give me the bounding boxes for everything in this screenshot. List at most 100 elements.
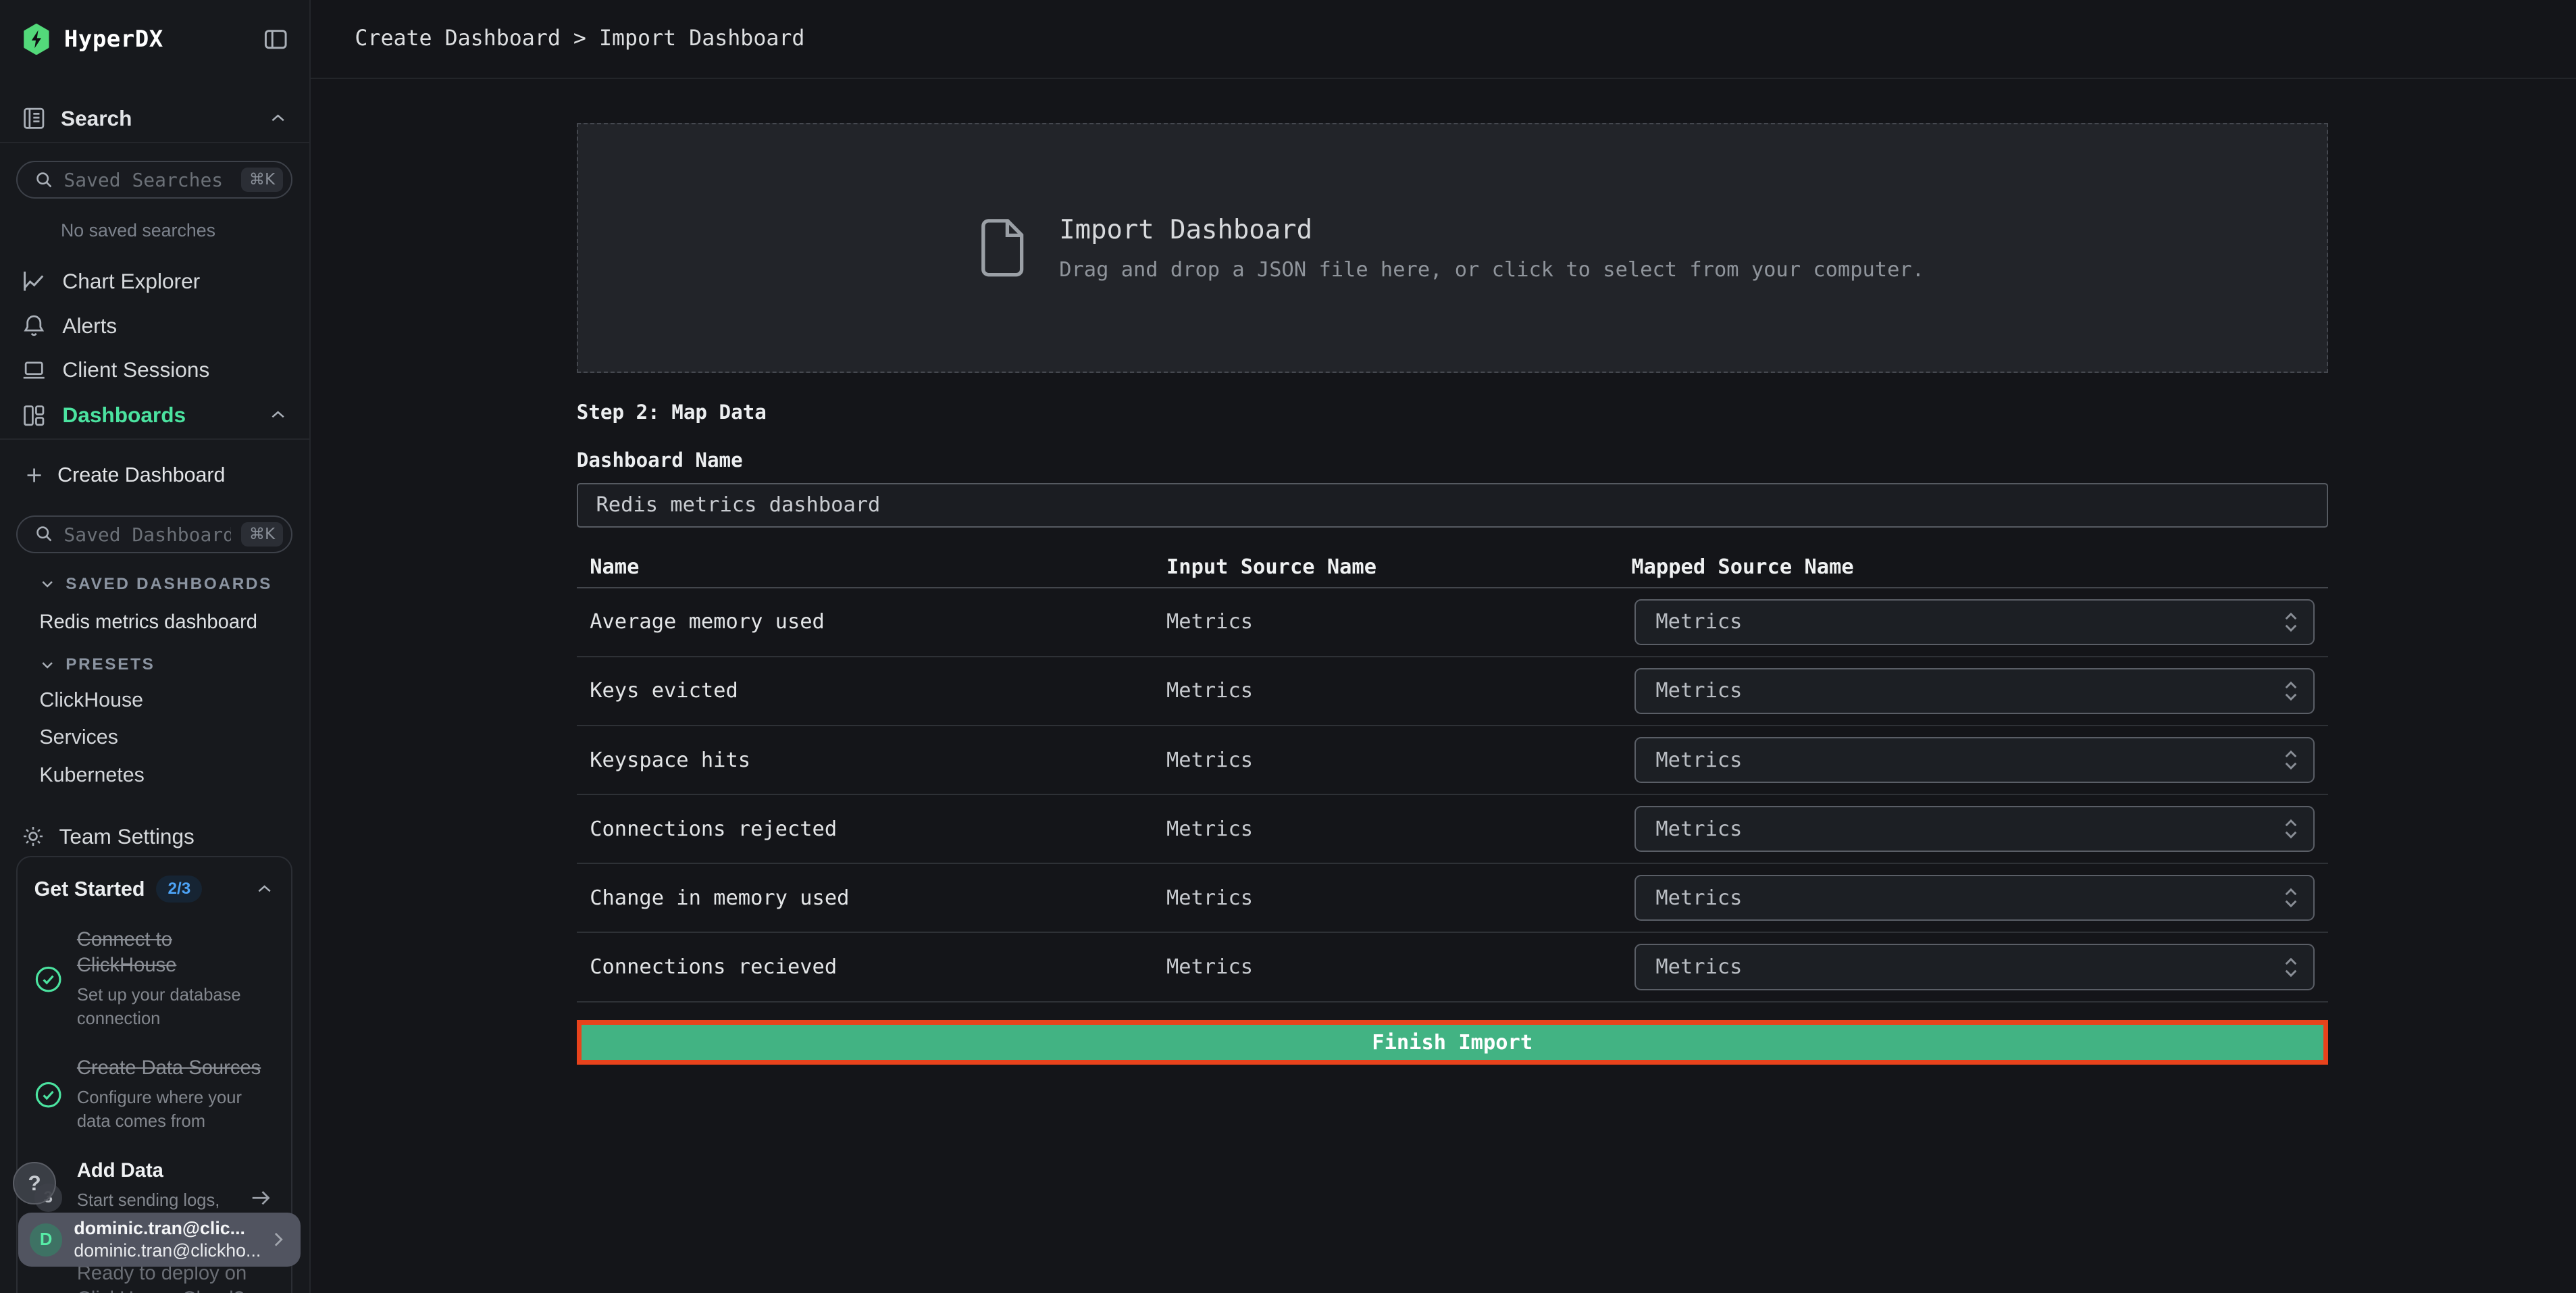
collapse-sidebar-icon[interactable] bbox=[263, 27, 288, 51]
dropzone-subtitle: Drag and drop a JSON file here, or click… bbox=[1059, 258, 1924, 282]
create-dashboard-label: Create Dashboard bbox=[57, 463, 225, 487]
help-button[interactable]: ? bbox=[13, 1162, 55, 1205]
row-name-cell: Connections rejected bbox=[577, 817, 1154, 841]
row-input-source-cell: Metrics bbox=[1154, 679, 1618, 703]
row-input-source-cell: Metrics bbox=[1154, 610, 1618, 634]
get-started-header[interactable]: Get Started 2/3 bbox=[34, 876, 275, 903]
create-dashboard-button[interactable]: Create Dashboard bbox=[0, 453, 309, 498]
dashboard-name-input[interactable] bbox=[577, 483, 2328, 528]
get-started-item-subtitle: Configure where your data comes from bbox=[77, 1086, 275, 1134]
logo-text: HyperDX bbox=[64, 26, 163, 53]
chevron-down-icon bbox=[39, 576, 55, 592]
row-name-cell: Connections recieved bbox=[577, 955, 1154, 979]
mapped-source-select[interactable]: Metrics bbox=[1634, 944, 2315, 990]
mapped-source-select[interactable]: Metrics bbox=[1634, 806, 2315, 852]
select-updown-icon bbox=[2284, 957, 2298, 978]
row-name-cell: Average memory used bbox=[577, 610, 1154, 634]
select-updown-icon bbox=[2284, 888, 2298, 909]
get-started-item-connect[interactable]: Connect to ClickHouse Set up your databa… bbox=[34, 928, 275, 1032]
mapped-source-select[interactable]: Metrics bbox=[1634, 875, 2315, 921]
column-header-input-source: Input Source Name bbox=[1154, 555, 1618, 579]
mapped-source-select-value: Metrics bbox=[1655, 886, 1742, 910]
sidebar-item-redis-dashboard[interactable]: Redis metrics dashboard bbox=[0, 611, 309, 634]
sidebar-item-preset-clickhouse[interactable]: ClickHouse bbox=[0, 689, 309, 711]
saved-searches-input[interactable] bbox=[63, 169, 231, 191]
gear-icon bbox=[22, 825, 45, 848]
column-header-name: Name bbox=[577, 555, 1154, 579]
table-row: Keyspace hits Metrics Metrics bbox=[577, 726, 2328, 795]
saved-dashboards-input[interactable] bbox=[63, 524, 231, 546]
presets-group-toggle[interactable]: PRESETS bbox=[0, 655, 309, 674]
row-input-source-cell: Metrics bbox=[1154, 749, 1618, 772]
mapped-source-select-value: Metrics bbox=[1655, 610, 1742, 634]
dashboards-icon bbox=[22, 403, 46, 428]
table-row: Connections recieved Metrics Metrics bbox=[577, 933, 2328, 1002]
saved-dashboards-group-toggle[interactable]: SAVED DASHBOARDS bbox=[0, 575, 309, 594]
sidebar-item-alerts[interactable]: Alerts bbox=[0, 303, 309, 348]
breadcrumb: Create Dashboard > Import Dashboard bbox=[355, 26, 804, 51]
chevron-up-icon bbox=[268, 109, 288, 128]
mapped-source-select[interactable]: Metrics bbox=[1634, 599, 2315, 645]
chart-explorer-icon bbox=[22, 269, 46, 293]
row-mapped-source-cell: Metrics bbox=[1618, 737, 2328, 783]
sidebar-item-team-settings[interactable]: Team Settings bbox=[0, 824, 309, 849]
saved-searches-search[interactable]: ⌘K bbox=[16, 161, 292, 199]
sidebar-item-search[interactable]: Search bbox=[0, 95, 309, 143]
get-started-item-title: Create Data Sources bbox=[77, 1056, 275, 1082]
laptop-icon bbox=[22, 358, 46, 382]
get-started-item-subtitle: Set up your database connection bbox=[77, 984, 275, 1032]
json-file-dropzone[interactable]: Import Dashboard Drag and drop a JSON fi… bbox=[577, 123, 2328, 373]
sidebar-item-preset-services[interactable]: Services bbox=[0, 726, 309, 749]
import-dashboard-content: Import Dashboard Drag and drop a JSON fi… bbox=[577, 123, 2328, 1065]
finish-import-button[interactable]: Finish Import bbox=[577, 1020, 2328, 1065]
get-started-progress-badge: 2/3 bbox=[156, 876, 202, 903]
user-email: dominic.tran@clickho... bbox=[74, 1240, 256, 1262]
chevron-up-icon bbox=[268, 405, 288, 425]
mapping-table: Name Input Source Name Mapped Source Nam… bbox=[577, 547, 2328, 1003]
sidebar-item-preset-kubernetes[interactable]: Kubernetes bbox=[0, 764, 309, 786]
dropzone-title: Import Dashboard bbox=[1059, 215, 1924, 245]
row-mapped-source-cell: Metrics bbox=[1618, 668, 2328, 714]
get-started-item-sources[interactable]: Create Data Sources Configure where your… bbox=[34, 1056, 275, 1134]
table-header-row: Name Input Source Name Mapped Source Nam… bbox=[577, 547, 2328, 588]
chevron-down-icon bbox=[39, 657, 55, 673]
table-body: Average memory used Metrics Metrics Keys… bbox=[577, 588, 2328, 1003]
select-updown-icon bbox=[2284, 818, 2298, 840]
row-mapped-source-cell: Metrics bbox=[1618, 944, 2328, 990]
dashboard-name-label: Dashboard Name bbox=[577, 449, 2328, 472]
chevron-up-icon bbox=[255, 880, 274, 899]
bell-icon bbox=[22, 313, 46, 338]
search-section-label: Search bbox=[61, 106, 253, 131]
sidebar-item-client-sessions[interactable]: Client Sessions bbox=[0, 348, 309, 392]
mapped-source-select-value: Metrics bbox=[1655, 817, 1742, 841]
sidebar-item-chart-explorer[interactable]: Chart Explorer bbox=[0, 259, 309, 304]
get-started-item-title: Add Data bbox=[77, 1159, 234, 1184]
sidebar: HyperDX Search ⌘K bbox=[0, 0, 311, 1293]
hyperdx-logo-icon bbox=[22, 24, 51, 55]
mapped-source-select[interactable]: Metrics bbox=[1634, 737, 2315, 783]
avatar: D bbox=[30, 1223, 63, 1257]
select-updown-icon bbox=[2284, 611, 2298, 633]
mapped-source-select-value: Metrics bbox=[1655, 955, 1742, 979]
mapped-source-select[interactable]: Metrics bbox=[1634, 668, 2315, 714]
row-mapped-source-cell: Metrics bbox=[1618, 875, 2328, 921]
saved-dashboards-search[interactable]: ⌘K bbox=[16, 515, 292, 553]
row-input-source-cell: Metrics bbox=[1154, 886, 1618, 910]
table-row: Connections rejected Metrics Metrics bbox=[577, 795, 2328, 864]
sidebar-item-dashboards[interactable]: Dashboards bbox=[0, 392, 309, 440]
user-menu[interactable]: D dominic.tran@clic... dominic.tran@clic… bbox=[18, 1213, 301, 1267]
row-name-cell: Change in memory used bbox=[577, 886, 1154, 910]
cmd-k-shortcut: ⌘K bbox=[241, 168, 284, 192]
sidebar-nav: Chart Explorer Alerts Client Sessions Da… bbox=[0, 259, 309, 440]
no-saved-searches-text: No saved searches bbox=[61, 220, 309, 241]
help-label: ? bbox=[28, 1171, 41, 1196]
select-updown-icon bbox=[2284, 749, 2298, 771]
team-settings-label: Team Settings bbox=[59, 824, 195, 849]
mapped-source-select-value: Metrics bbox=[1655, 679, 1742, 703]
row-name-cell: Keys evicted bbox=[577, 679, 1154, 703]
get-started-title: Get Started bbox=[34, 878, 145, 901]
row-input-source-cell: Metrics bbox=[1154, 955, 1618, 979]
check-circle-icon bbox=[34, 928, 62, 1032]
plus-icon bbox=[24, 465, 44, 485]
table-row: Keys evicted Metrics Metrics bbox=[577, 657, 2328, 726]
